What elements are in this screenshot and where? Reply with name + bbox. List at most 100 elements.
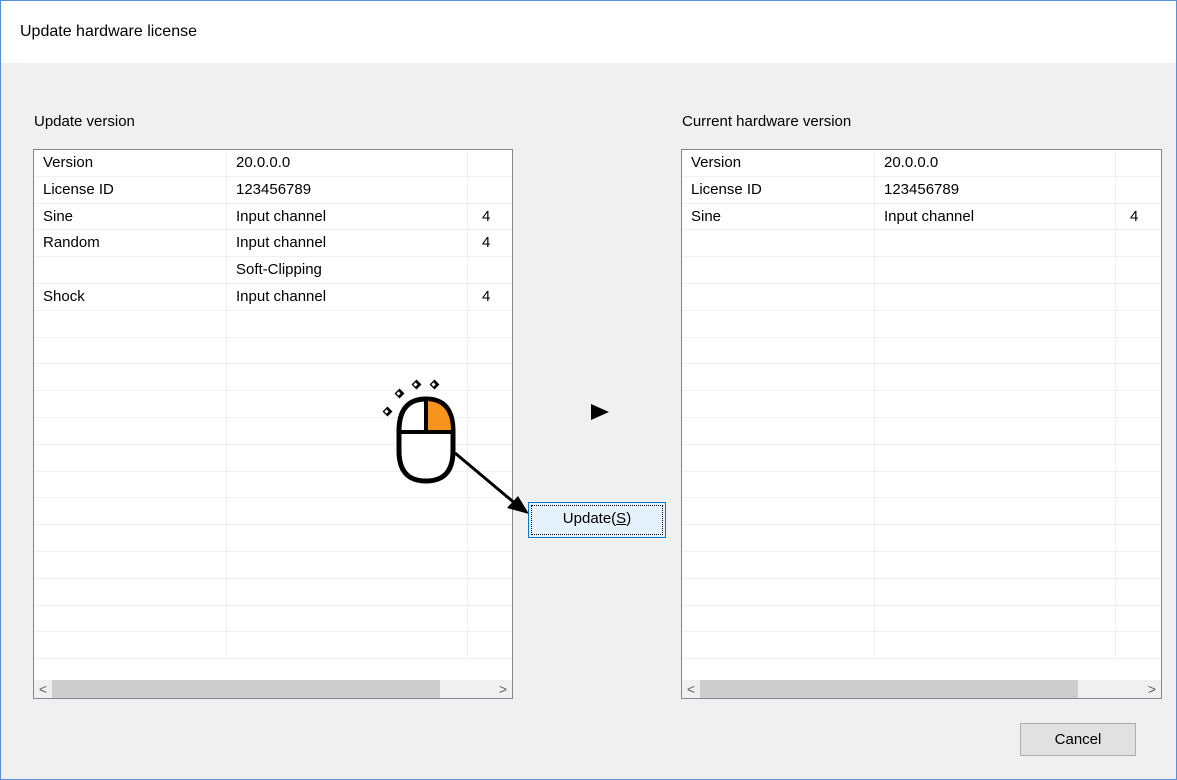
table-row[interactable] <box>682 337 1161 365</box>
table-row[interactable] <box>34 310 512 338</box>
table-cell <box>682 471 875 498</box>
update-version-grid[interactable]: Version 20.0.0.0 License ID 123456789 Sine In… <box>33 149 513 699</box>
table-row[interactable]: Shock Input channel 4 <box>34 283 512 311</box>
table-cell <box>34 605 227 632</box>
table-row[interactable] <box>34 364 512 392</box>
current-grid-rows: Version 20.0.0.0 License ID 123456789 Sine In… <box>682 150 1161 680</box>
table-row[interactable]: Sine Input channel 4 <box>34 203 512 231</box>
table-cell <box>875 551 1116 578</box>
table-row[interactable] <box>682 632 1161 660</box>
table-cell <box>875 525 1116 551</box>
scroll-left-icon[interactable]: < <box>682 680 700 698</box>
table-row[interactable] <box>34 391 512 418</box>
table-cell <box>1116 284 1161 310</box>
table-row[interactable] <box>34 417 512 445</box>
table-row[interactable]: Version 20.0.0.0 <box>682 150 1161 177</box>
horizontal-scrollbar[interactable]: < > <box>682 680 1161 698</box>
table-row[interactable] <box>682 310 1161 338</box>
table-row[interactable] <box>34 632 512 660</box>
table-row[interactable] <box>682 471 1161 499</box>
table-cell <box>227 632 468 659</box>
update-grid-rows: Version 20.0.0.0 License ID 123456789 Sine In… <box>34 150 512 680</box>
table-cell <box>227 444 468 471</box>
table-cell <box>34 498 227 525</box>
table-row[interactable] <box>34 337 512 365</box>
table-cell <box>875 257 1116 283</box>
table-cell: Input channel <box>875 203 1116 230</box>
table-cell <box>875 632 1116 659</box>
table-cell <box>34 417 227 444</box>
table-cell: 123456789 <box>875 176 1116 203</box>
focus-rectangle <box>531 505 663 535</box>
current-version-grid[interactable]: Version 20.0.0.0 License ID 123456789 Sine In… <box>681 149 1162 699</box>
table-row[interactable] <box>682 230 1161 258</box>
table-row[interactable] <box>34 605 512 633</box>
table-row[interactable] <box>682 364 1161 392</box>
table-row[interactable] <box>682 417 1161 445</box>
table-cell: Soft-Clipping <box>227 257 468 283</box>
table-cell: Version <box>34 150 227 176</box>
scroll-left-icon[interactable]: < <box>34 680 52 698</box>
table-cell <box>1116 525 1161 551</box>
table-row[interactable]: Soft-Clipping <box>34 257 512 284</box>
table-cell: Shock <box>34 283 227 310</box>
table-cell <box>1116 579 1161 605</box>
table-row[interactable]: Sine Input channel 4 <box>682 203 1161 231</box>
table-row[interactable] <box>682 551 1161 579</box>
table-row[interactable]: License ID 123456789 <box>34 176 512 204</box>
table-cell <box>468 150 512 176</box>
table-cell <box>875 498 1116 525</box>
table-row[interactable] <box>34 498 512 526</box>
cancel-button[interactable]: Cancel <box>1020 723 1136 756</box>
scroll-right-icon[interactable]: > <box>494 680 512 698</box>
table-row[interactable]: License ID 123456789 <box>682 176 1161 204</box>
table-cell <box>227 605 468 632</box>
table-row[interactable] <box>682 444 1161 472</box>
table-cell <box>1116 606 1161 632</box>
table-cell <box>875 417 1116 444</box>
table-cell: 123456789 <box>227 176 468 203</box>
table-cell <box>34 471 227 498</box>
table-row[interactable] <box>34 551 512 579</box>
update-license-dialog: Update hardware license Update version C… <box>0 0 1177 780</box>
table-cell <box>34 391 227 417</box>
scroll-right-icon[interactable]: > <box>1143 680 1161 698</box>
scroll-thumb[interactable] <box>700 680 1078 698</box>
table-cell: 4 <box>1130 207 1139 225</box>
scroll-thumb[interactable] <box>52 680 440 698</box>
update-version-label: Update version <box>34 113 135 130</box>
table-row[interactable] <box>682 498 1161 526</box>
table-cell <box>34 551 227 578</box>
table-cell <box>227 551 468 578</box>
table-row[interactable] <box>682 283 1161 311</box>
table-cell <box>227 525 468 551</box>
table-row[interactable] <box>682 525 1161 552</box>
table-row[interactable]: Random Input channel 4 <box>34 230 512 258</box>
table-cell: 4 <box>482 234 491 252</box>
update-button[interactable]: Update(S) <box>528 502 666 538</box>
table-row[interactable] <box>34 471 512 499</box>
horizontal-scrollbar[interactable]: < > <box>34 680 512 698</box>
table-row[interactable]: Version 20.0.0.0 <box>34 150 512 177</box>
table-row[interactable] <box>682 257 1161 284</box>
table-cell: 20.0.0.0 <box>875 150 1116 176</box>
table-cell <box>1116 632 1161 658</box>
table-cell <box>1116 257 1161 283</box>
table-cell <box>34 337 227 364</box>
table-cell <box>1116 552 1161 578</box>
table-cell: License ID <box>34 176 227 203</box>
table-cell: Random <box>34 230 227 257</box>
table-row[interactable] <box>34 525 512 552</box>
table-cell <box>1116 418 1161 444</box>
table-row[interactable] <box>682 605 1161 633</box>
table-row[interactable] <box>34 444 512 472</box>
table-row[interactable] <box>682 578 1161 606</box>
table-cell <box>468 552 512 578</box>
table-cell: Input channel <box>227 203 468 230</box>
table-cell <box>682 632 875 659</box>
table-row[interactable] <box>682 391 1161 418</box>
table-cell <box>875 471 1116 498</box>
table-row[interactable] <box>34 578 512 606</box>
table-cell <box>468 472 512 498</box>
table-cell <box>875 337 1116 364</box>
